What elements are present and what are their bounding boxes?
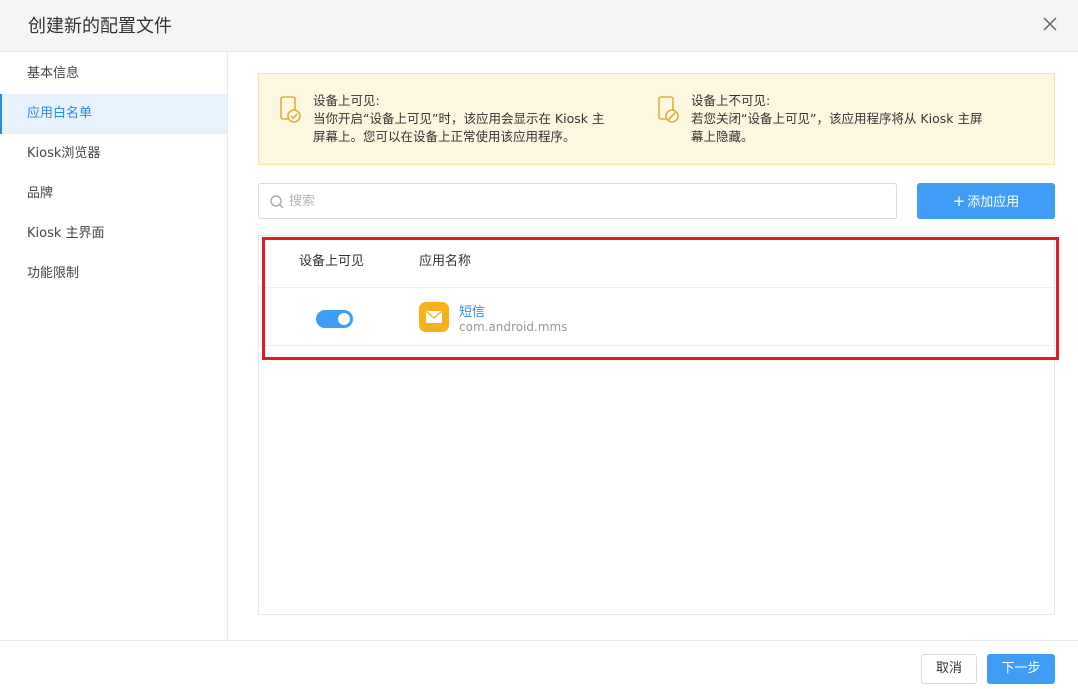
message-icon [419,302,449,332]
sidebar-item-kiosk-browser[interactable]: Kiosk浏览器 [0,134,227,174]
sidebar: 基本信息 应用白名单 Kiosk浏览器 品牌 Kiosk 主界面 功能限制 [0,52,228,640]
device-visible-icon [280,96,301,123]
info-notice: 设备上可见: 当你开启“设备上可见”时，该应用会显示在 Kiosk 主 屏幕上。… [258,73,1055,165]
dialog-footer: 取消 下一步 [0,640,1078,689]
dialog-header: 创建新的配置文件 [0,0,1078,52]
column-header-visible: 设备上可见 [299,254,365,269]
search-box [258,183,897,219]
search-input[interactable] [289,184,889,218]
sidebar-item-kiosk-home[interactable]: Kiosk 主界面 [0,214,227,254]
app-table: 设备上可见 应用名称 短信 com.android.mms [258,235,1055,615]
plus-icon: + [952,192,966,210]
sidebar-item-app-whitelist[interactable]: 应用白名单 [0,94,227,134]
app-package: com.android.mms [459,320,568,334]
column-header-app-name: 应用名称 [419,254,472,269]
notice-visible-text-1: 当你开启“设备上可见”时，该应用会显示在 Kiosk 主 [313,111,605,126]
device-hidden-icon [658,96,679,123]
toggle-knob [338,313,350,325]
notice-invisible-text-1: 若您关闭“设备上可见”，该应用程序将从 Kiosk 主屏 [691,111,983,126]
add-app-button[interactable]: + 添加应用 [917,183,1055,219]
notice-visible-title: 设备上可见: [313,93,380,108]
visible-on-device-toggle[interactable] [316,310,353,328]
app-name-link[interactable]: 短信 [459,301,485,320]
cancel-button[interactable]: 取消 [921,654,977,684]
next-button[interactable]: 下一步 [987,654,1055,684]
sidebar-item-basic-info[interactable]: 基本信息 [0,54,227,94]
add-app-label: 添加应用 [967,195,1020,210]
search-icon [270,195,284,209]
notice-visible-text-2: 屏幕上。您可以在设备上正常使用该应用程序。 [313,129,576,144]
table-header: 设备上可见 应用名称 [259,236,1054,288]
sidebar-item-brand[interactable]: 品牌 [0,174,227,214]
main-content: 设备上可见: 当你开启“设备上可见”时，该应用会显示在 Kiosk 主 屏幕上。… [228,52,1078,640]
notice-invisible-title: 设备上不可见: [691,93,771,108]
close-icon[interactable] [1040,14,1060,34]
sidebar-item-restrictions[interactable]: 功能限制 [0,254,227,294]
dialog-title: 创建新的配置文件 [28,16,172,37]
table-row: 短信 com.android.mms [259,289,1054,346]
notice-invisible-text-2: 幕上隐藏。 [691,129,754,144]
